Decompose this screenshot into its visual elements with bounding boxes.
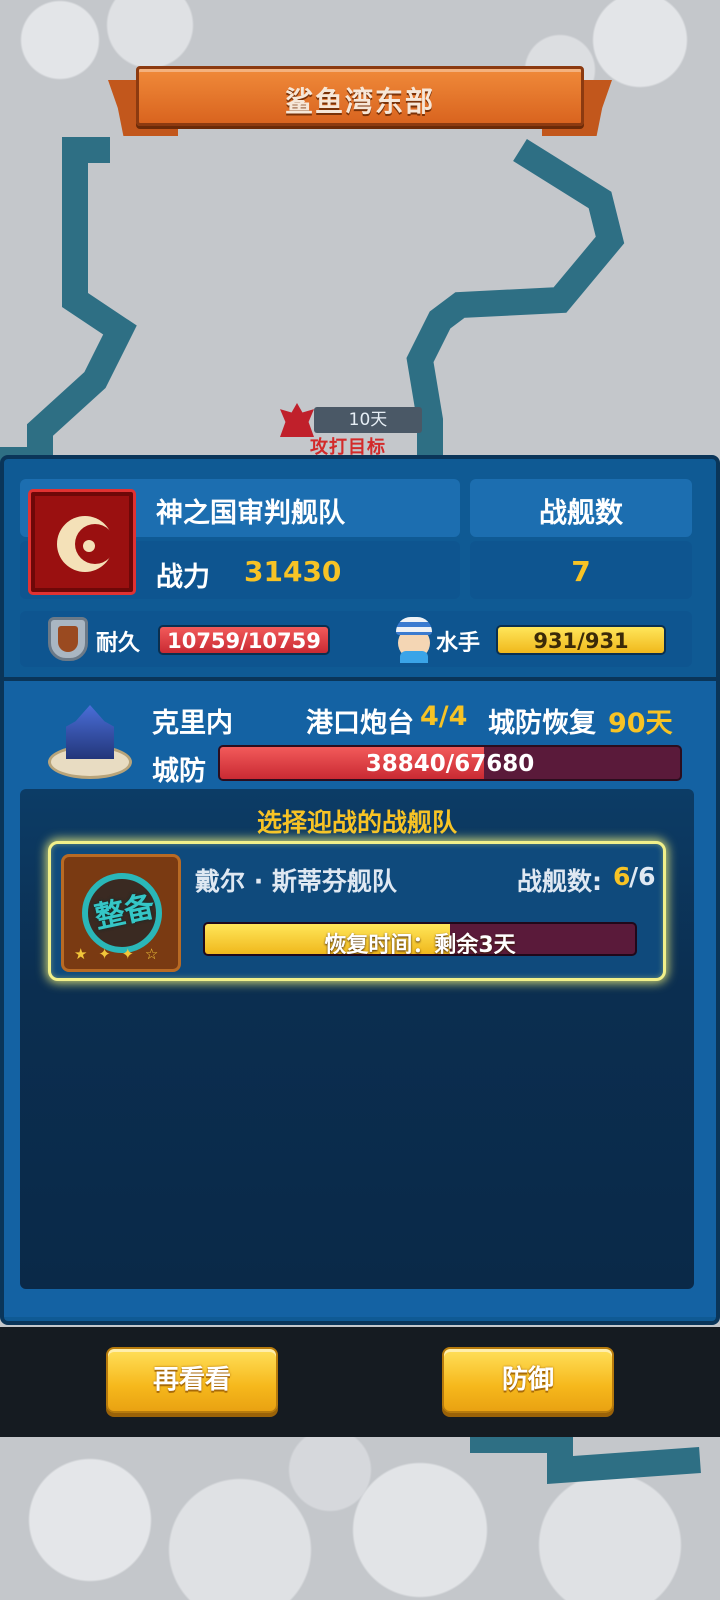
city-defense-bar: 38840/67680: [218, 745, 682, 781]
sailors-bar: 931/931: [496, 625, 666, 655]
city-defense-section: 克里内 港口炮台 4/4 城防恢复 90天 城防 38840/67680 选择迎…: [4, 677, 716, 1317]
region-title-banner: 鲨鱼湾东部: [108, 66, 612, 136]
sea-route-right: [406, 138, 625, 460]
fleet-option-count-label: 战舰数:: [517, 867, 602, 896]
crescent-dot: [83, 540, 95, 552]
durability-text: 10759/10759: [167, 629, 321, 653]
sea-route-bottom: [470, 1427, 701, 1484]
enemy-flag-icon: [280, 403, 314, 437]
battle-info-panel: 神之国审判舰队 战力 31430 战舰数 7 耐久 10759/10759 水手…: [0, 455, 720, 1325]
recovery-time-bar: 恢复时间：剩余3天: [203, 922, 637, 956]
maintenance-stamp: 整备: [91, 889, 158, 936]
selection-title: 选择迎战的战舰队: [256, 808, 457, 837]
attacking-fleet-card: 神之国审判舰队 战力 31430: [20, 479, 460, 599]
marker-days: 10天: [314, 407, 422, 433]
fleet-option-count-current: 6: [613, 862, 631, 891]
star-rating-icon: ★ ✦ ✦ ☆: [74, 945, 162, 963]
attacking-fleet-name: 神之国审判舰队: [156, 498, 345, 529]
ship-count-label: 战舰数: [538, 496, 623, 529]
rethink-button[interactable]: 再看看: [106, 1347, 278, 1413]
city-name: 克里内: [152, 708, 233, 739]
region-title: 鲨鱼湾东部: [284, 85, 435, 118]
city-defense-text: 38840/67680: [365, 751, 535, 777]
sailor-icon: [392, 613, 436, 663]
power-value: 31430: [244, 555, 342, 588]
crescent-emblem-icon[interactable]: [28, 489, 136, 595]
fleet-avatar: 整备 ★ ✦ ✦ ☆: [61, 854, 181, 972]
port-battery-label: 港口炮台: [306, 708, 414, 739]
fleet-option-name: 戴尔 · 斯蒂芬舰队: [195, 867, 397, 896]
sailor-body: [400, 651, 428, 663]
fleet-stats-row: 耐久 10759/10759 水手 931/931: [20, 611, 692, 667]
city-tower: [66, 705, 114, 759]
ship-count-card: 战舰数 7: [470, 479, 692, 599]
power-label: 战力: [156, 562, 210, 593]
defend-button[interactable]: 防御: [442, 1347, 614, 1413]
fleet-selection-area: 选择迎战的战舰队 整备 ★ ✦ ✦ ☆ 戴尔 · 斯蒂芬舰队 战舰数: 6 /6…: [20, 789, 694, 1289]
city-defense-label: 城防: [152, 756, 206, 787]
durability-bar: 10759/10759: [158, 625, 330, 655]
fleet-option-card[interactable]: 整备 ★ ✦ ✦ ☆ 戴尔 · 斯蒂芬舰队 战舰数: 6 /6 恢复时间：剩余3…: [48, 841, 666, 981]
city-castle-icon: [44, 699, 136, 783]
sailors-text: 931/931: [533, 629, 629, 653]
sailors-label: 水手: [436, 631, 481, 656]
fleet-option-count-max: /6: [629, 862, 656, 891]
port-battery-value: 4/4: [420, 701, 468, 732]
defense-recovery-label: 城防恢复: [488, 708, 596, 739]
durability-label: 耐久: [96, 631, 141, 656]
recovery-time-text: 恢复时间：剩余3天: [324, 933, 516, 956]
action-bar: 再看看 防御: [0, 1327, 720, 1437]
defense-recovery-value: 90天: [608, 708, 673, 739]
shield-icon: [48, 617, 88, 661]
sea-route-left: [0, 137, 137, 473]
ship-count-value: 7: [571, 555, 591, 588]
attack-target-marker[interactable]: 10天 攻打目标: [280, 403, 430, 458]
sailor-hat: [396, 617, 432, 635]
